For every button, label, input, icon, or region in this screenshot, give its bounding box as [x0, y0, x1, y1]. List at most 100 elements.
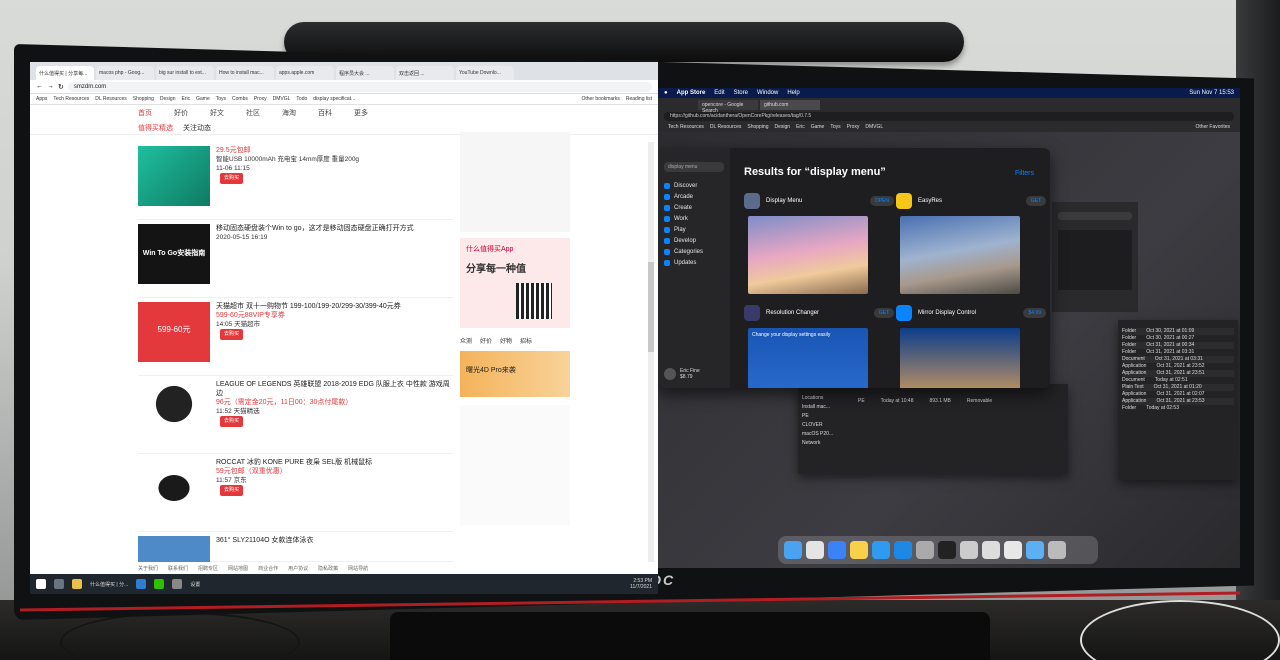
table-row[interactable]: Folder Today at 02:53 [1122, 405, 1234, 412]
finder-sidebar-item[interactable]: Install mac... [802, 403, 850, 412]
buy-button[interactable]: 去购买 [220, 416, 244, 427]
back-icon[interactable]: ← [36, 83, 43, 90]
edge-icon[interactable] [828, 541, 846, 559]
footer-link[interactable]: 隐私政策 [318, 565, 338, 572]
trash-icon[interactable] [1048, 541, 1066, 559]
search-icon[interactable] [54, 579, 64, 589]
browser-tab[interactable]: YouTube Downlo... [456, 66, 514, 80]
bookmark[interactable]: Reading list [626, 96, 652, 102]
safari-icon[interactable] [872, 541, 890, 559]
get-button[interactable]: GET [873, 308, 894, 318]
bookmark[interactable]: Toys [216, 96, 226, 102]
page-scrollbar[interactable] [648, 142, 654, 562]
browser-tab[interactable]: 什么值得买 | 分享每... [36, 66, 94, 80]
menu-item[interactable]: Window [757, 90, 778, 96]
favorite[interactable]: Design [775, 124, 791, 130]
browser-tab[interactable]: macos php - Goog... [96, 66, 154, 80]
buy-button[interactable]: 去购买 [220, 173, 244, 184]
footer-link[interactable]: 网站地图 [228, 565, 248, 572]
finder-sidebar-item[interactable]: macOS P20... [802, 430, 850, 439]
app-store-icon[interactable] [894, 541, 912, 559]
safari-tab[interactable]: opencore - Google Search [698, 100, 758, 114]
table-row[interactable]: Application Oct 31, 2021 at 23:53 [1122, 398, 1234, 405]
item-title[interactable]: LEAGUE OF LEGENDS 英雄联盟 2018-2019 EDG 队服上… [216, 380, 453, 398]
result-card[interactable]: Resolution Changer GET Change your displa… [744, 302, 894, 388]
favorite[interactable]: Game [811, 124, 825, 130]
wechat-icon[interactable] [154, 579, 165, 589]
favorite[interactable]: DMVGL [865, 124, 883, 130]
launchpad-icon[interactable] [806, 541, 824, 559]
prefs-search-field[interactable] [1058, 212, 1132, 220]
taskbar-settings-label[interactable]: 设置 [190, 581, 200, 588]
finder-icon[interactable] [784, 541, 802, 559]
filters-button[interactable]: Filters [1015, 170, 1034, 177]
bookmark[interactable]: Shopping [133, 96, 154, 102]
favorite[interactable]: Shopping [747, 124, 768, 130]
bookmark[interactable]: Proxy [254, 96, 267, 102]
menu-bar-clock[interactable]: Sun Nov 7 15:53 [1189, 90, 1234, 96]
table-row[interactable]: Document Today at 02:51 [1122, 377, 1234, 384]
gear-icon[interactable] [172, 579, 183, 589]
finder-sidebar-item[interactable]: PE [802, 412, 850, 421]
sidebar-item-work[interactable]: Work [664, 213, 724, 224]
item-title[interactable]: 29.5元包邮 [216, 146, 453, 155]
list-item[interactable]: 361° SLY21104O 女款连体泳衣 [138, 532, 453, 562]
sidebar-item-updates[interactable]: Updates [664, 257, 724, 268]
forward-icon[interactable]: → [47, 83, 54, 90]
url-field[interactable]: smzdm.com [67, 81, 652, 92]
bookmark[interactable]: Eric [181, 96, 190, 102]
sidebar-item-develop[interactable]: Develop [664, 235, 724, 246]
bookmark[interactable]: Tech Resources [53, 96, 89, 102]
bookmark[interactable]: display specificat... [313, 96, 355, 102]
table-row[interactable]: Application Oct 31, 2021 at 23:51 [1122, 370, 1234, 377]
list-item[interactable]: LEAGUE OF LEGENDS 英雄联盟 2018-2019 EDG 队服上… [138, 376, 453, 454]
price-button[interactable]: $4.99 [1023, 308, 1046, 318]
bookmark[interactable]: Combs [232, 96, 248, 102]
finder-sidebar-item[interactable]: Network [802, 439, 850, 448]
bookmark[interactable]: Apps [36, 96, 47, 102]
table-row[interactable]: Folder Oct 30, 2021 at 00:27 [1122, 335, 1234, 342]
side-tab[interactable]: 好价 [480, 336, 492, 345]
result-card[interactable]: Display Menu OPEN [744, 190, 894, 294]
menu-item[interactable]: App Store [677, 90, 706, 96]
item-title[interactable]: 天猫超市 双十一购物节 199-100/199-20/299-30/399-40… [216, 302, 453, 311]
table-row[interactable]: Plain Text Oct 31, 2021 at 01:20 [1122, 384, 1234, 391]
finder-sidebar-item[interactable]: CLOVER [802, 421, 850, 430]
sidebar-item-discover[interactable]: Discover [664, 180, 724, 191]
favorite[interactable]: Other Favorites [1196, 124, 1230, 130]
apple-icon[interactable]: ● [664, 90, 668, 96]
taskbar-window-label[interactable]: 什么值得买 | 分... [90, 581, 128, 588]
sidebar-item-categories[interactable]: Categories [664, 246, 724, 257]
browser-tab[interactable]: big sur install to ext... [156, 66, 214, 80]
buy-button[interactable]: 去购买 [220, 329, 244, 340]
item-title[interactable]: 移动固态硬盘装个Win to go，这才是移动固态硬盘正确打开方式 [216, 224, 453, 233]
windows-start-icon[interactable] [36, 579, 46, 589]
bookmark[interactable]: Other bookmarks [582, 96, 620, 102]
safari-tab[interactable]: github.com [760, 100, 820, 110]
list-item[interactable]: 29.5元包邮 智能USB 10000mAh 充电宝 14mm厚度 重量200g 1… [138, 142, 453, 220]
table-row[interactable]: Folder Oct 31, 2021 at 00:34 [1122, 342, 1234, 349]
footer-link[interactable]: 招聘专区 [198, 565, 218, 572]
photos-icon[interactable] [1004, 541, 1022, 559]
table-row[interactable]: Folder Oct 30, 2021 at 01:09 [1122, 328, 1234, 335]
buy-button[interactable]: 去购买 [220, 485, 244, 496]
feed-tab[interactable]: 值得买精选 [138, 123, 173, 133]
safari-url-field[interactable]: https://github.com/acidanthera/OpenCoreP… [664, 111, 1234, 121]
system-preferences-icon[interactable] [916, 541, 934, 559]
bookmark[interactable]: Todo [296, 96, 307, 102]
sidebar-item-play[interactable]: Play [664, 224, 724, 235]
downloads-folder-icon[interactable] [1026, 541, 1044, 559]
open-button[interactable]: OPEN [869, 196, 894, 206]
menu-item[interactable]: Store [734, 90, 748, 96]
footer-link[interactable]: 关于我们 [138, 565, 158, 572]
browser-tab[interactable]: How to install mac... [216, 66, 274, 80]
favorite[interactable]: Eric [796, 124, 805, 130]
favorite[interactable]: Toys [830, 124, 840, 130]
footer-link[interactable]: 网站导航 [348, 565, 368, 572]
browser-tab[interactable]: apps.apple.com [276, 66, 334, 80]
get-button[interactable]: GET [1025, 196, 1046, 206]
side-tab[interactable]: 好物 [500, 336, 512, 345]
footer-link[interactable]: 联系我们 [168, 565, 188, 572]
item-title[interactable]: ROCCAT 冰豹 KONE PURE 夜枭 SEL版 机械鼠标 [216, 458, 453, 467]
table-row[interactable]: Document Oct 31, 2021 at 03:31 [1122, 356, 1234, 363]
